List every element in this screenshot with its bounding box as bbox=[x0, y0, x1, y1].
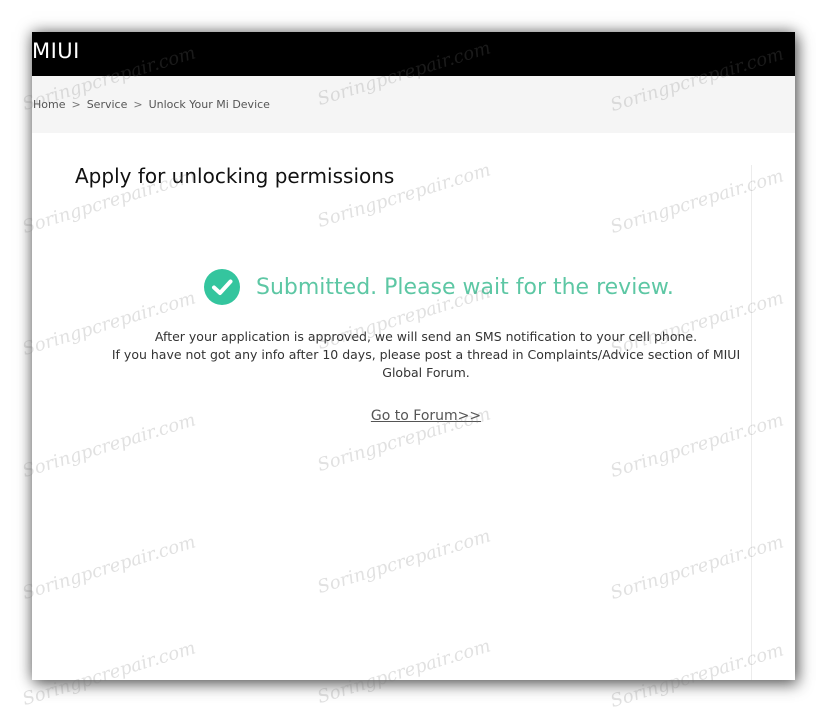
breadcrumb: Home > Service > Unlock Your Mi Device bbox=[33, 98, 270, 111]
status-text: Submitted. Please wait for the review. bbox=[256, 274, 674, 300]
top-header-bar: MIUI bbox=[32, 32, 795, 76]
breadcrumb-home[interactable]: Home bbox=[33, 98, 65, 111]
breadcrumb-separator: > bbox=[71, 98, 81, 111]
info-text: After your application is approved, we w… bbox=[92, 328, 760, 382]
breadcrumb-separator: > bbox=[133, 98, 143, 111]
forum-link-container: Go to Forum>> bbox=[32, 408, 795, 424]
page-title: Apply for unlocking permissions bbox=[75, 164, 395, 188]
breadcrumb-bar: Home > Service > Unlock Your Mi Device bbox=[32, 76, 795, 133]
browser-page: MIUI Home > Service > Unlock Your Mi Device … bbox=[32, 32, 795, 680]
go-to-forum-link[interactable]: Go to Forum>> bbox=[371, 408, 481, 424]
status-message: Submitted. Please wait for the review. bbox=[204, 268, 674, 306]
check-circle-icon bbox=[204, 269, 240, 305]
info-line-sms: After your application is approved, we w… bbox=[154, 329, 698, 344]
breadcrumb-service[interactable]: Service bbox=[87, 98, 128, 111]
miui-logo[interactable]: MIUI bbox=[32, 39, 80, 63]
breadcrumb-current: Unlock Your Mi Device bbox=[148, 98, 270, 111]
info-line-forum: If you have not got any info after 10 da… bbox=[111, 347, 741, 380]
